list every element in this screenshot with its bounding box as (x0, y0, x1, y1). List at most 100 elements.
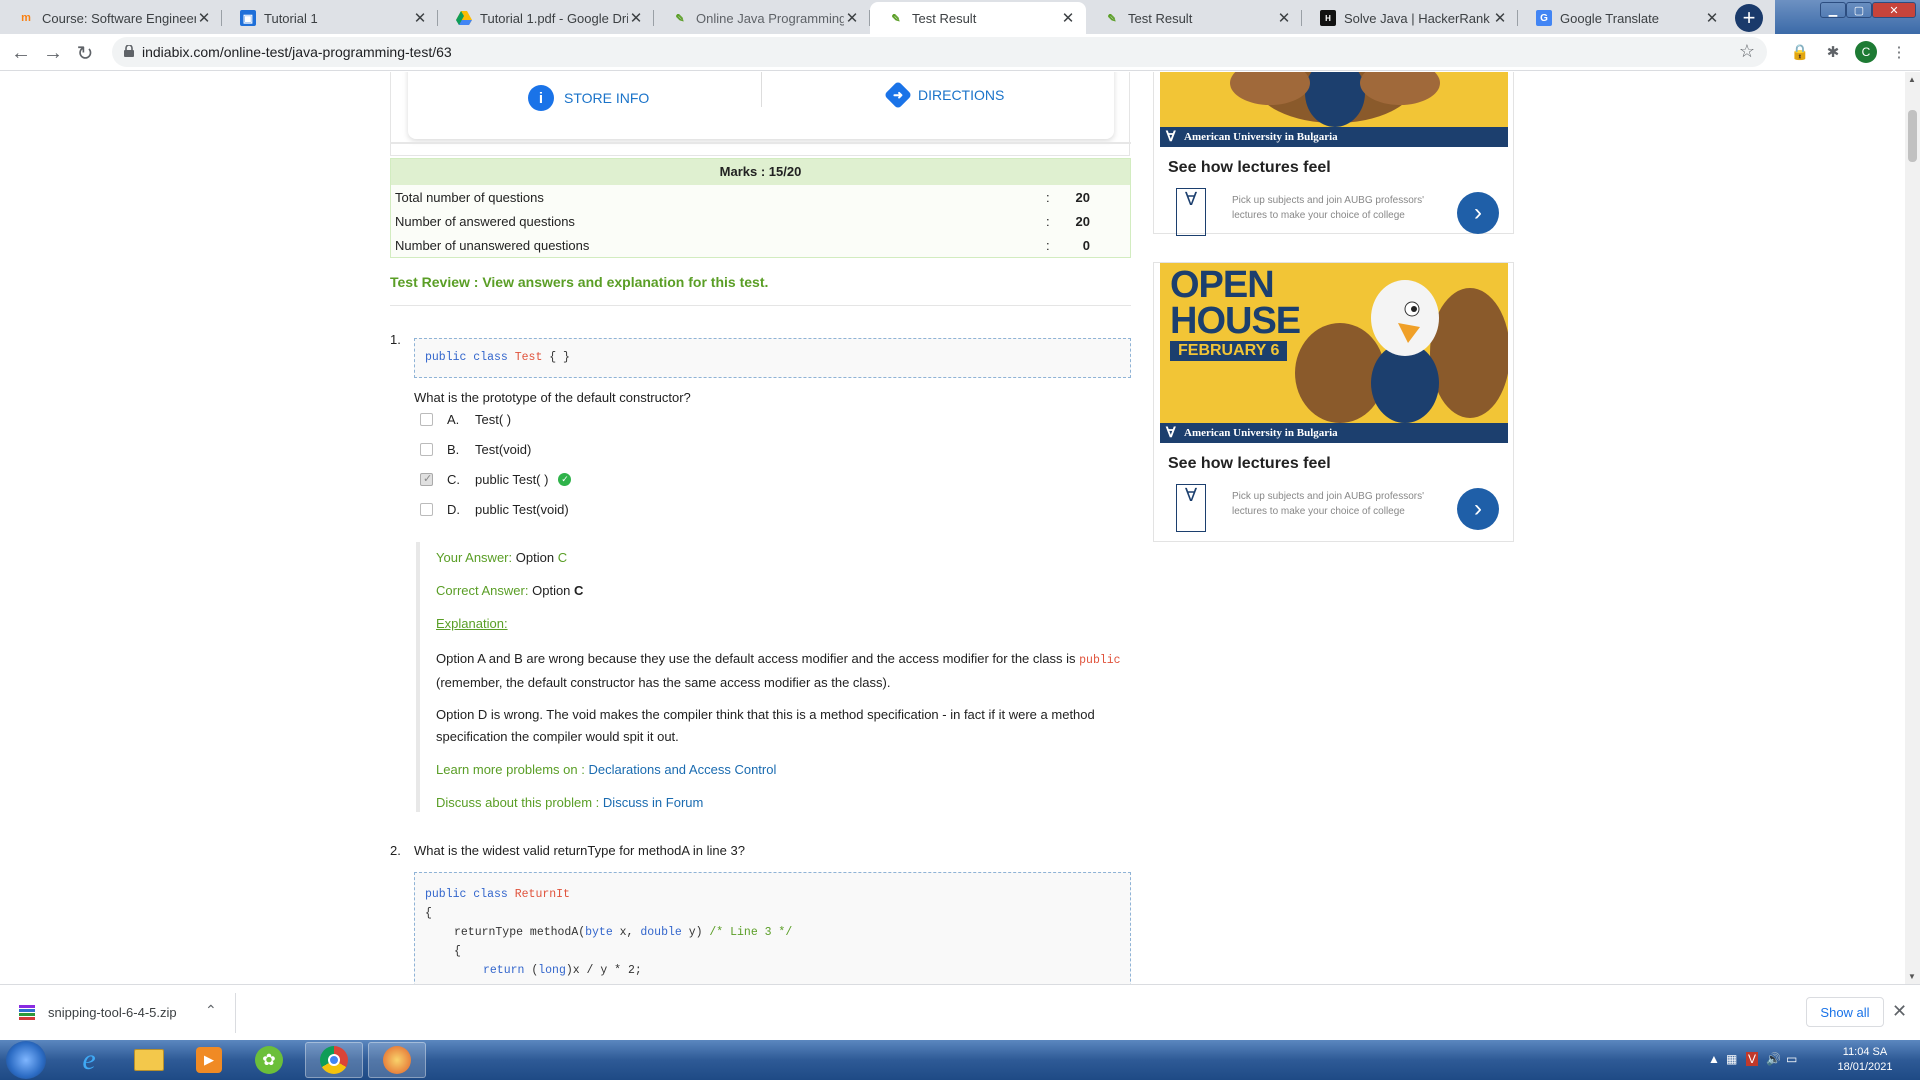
option-c[interactable]: C. public Test( ) ✓ (420, 468, 572, 490)
close-icon[interactable]: ✕ (1060, 9, 1076, 27)
marks-table: Marks : 15/20 Total number of questions … (390, 158, 1131, 258)
marks-header: Marks : 15/20 (391, 159, 1130, 185)
antivirus-tray-icon[interactable]: V (1746, 1052, 1759, 1066)
checkbox[interactable] (420, 412, 433, 426)
close-icon[interactable]: ✕ (412, 9, 428, 27)
close-icon[interactable]: ✕ (628, 9, 644, 27)
firefox-like-icon[interactable] (368, 1042, 426, 1078)
maximize-button[interactable]: ▢ (1846, 2, 1872, 18)
minimize-button[interactable]: ▁ (1820, 2, 1846, 18)
menu-kebab-icon[interactable]: ⋮ (1888, 41, 1910, 63)
close-icon[interactable]: ✕ (844, 9, 860, 27)
zip-file-icon (19, 1005, 35, 1020)
chrome-icon[interactable] (305, 1042, 363, 1078)
divider (761, 72, 762, 107)
profile-avatar[interactable]: C (1855, 41, 1877, 63)
scroll-down-icon[interactable]: ▼ (1908, 972, 1916, 981)
checkbox[interactable] (420, 442, 433, 456)
directions-icon: ➜ (883, 80, 913, 110)
extensions-puzzle-icon[interactable]: ✱ (1822, 41, 1844, 63)
tab-drive[interactable]: Tutorial 1.pdf - Google Drive ✕ (438, 2, 654, 34)
system-clock[interactable]: 11:04 SA 18/01/2021 (1830, 1045, 1900, 1075)
question-number: 1. (390, 332, 401, 347)
table-row: Number of answered questions : 20 (391, 209, 1130, 233)
tab-java-test[interactable]: ✎ Online Java Programming Test ✕ (654, 2, 870, 34)
indiabix-icon: ✎ (1107, 12, 1117, 25)
question-text: What is the prototype of the default con… (414, 390, 691, 405)
scrollbar-thumb[interactable] (1908, 110, 1917, 162)
chevron-right-icon[interactable]: › (1457, 192, 1499, 234)
page-scrollbar[interactable]: ▲ ▼ (1905, 72, 1920, 984)
discuss: Discuss about this problem : Discuss in … (436, 795, 704, 810)
option-d[interactable]: D. public Test(void) (420, 498, 569, 520)
folder-icon[interactable] (120, 1042, 178, 1078)
explanation-label[interactable]: Explanation: (436, 616, 508, 631)
option-a[interactable]: A. Test( ) (420, 408, 511, 430)
ad-card[interactable]: ⓘ✕ OPEN HOUSE FEBRUARY 6 American Univer… (1153, 262, 1514, 542)
info-icon: i (528, 85, 554, 111)
hackerrank-icon: H (1320, 10, 1336, 26)
app-swirl-icon[interactable]: ✿ (240, 1042, 298, 1078)
aubg-logo: Ɐ (1176, 484, 1206, 532)
download-file-name[interactable]: snipping-tool-6-4-5.zip (48, 1005, 177, 1020)
action-center-icon[interactable]: ▭ (1786, 1052, 1797, 1066)
extension-lock-icon[interactable]: 🔒 (1789, 41, 1811, 63)
tab-tutorial[interactable]: ▣ Tutorial 1 ✕ (222, 2, 438, 34)
tab-test-result[interactable]: ✎ Test Result ✕ (1086, 2, 1302, 34)
start-button[interactable] (6, 1041, 46, 1079)
ad-title[interactable]: See how lectures feel (1168, 159, 1331, 177)
chevron-up-icon[interactable]: ⌃ (205, 1002, 217, 1019)
code-block: public class Test { } (414, 338, 1131, 378)
ad-text: Pick up subjects and join AUBG professor… (1232, 195, 1425, 221)
your-answer: Your Answer: Option C (436, 550, 568, 565)
tab-strip: m Course: Software Engineering ✕ ▣ Tutor… (0, 0, 1920, 34)
ad-banner-image[interactable]: American University in Bulgaria (1160, 72, 1508, 147)
network-tray-icon[interactable]: ▦ (1726, 1052, 1737, 1066)
close-icon[interactable]: ✕ (1892, 1001, 1907, 1022)
tab-test-result-active[interactable]: ✎ Test Result ✕ (870, 2, 1086, 34)
eagle-mascot-image (1230, 72, 1440, 127)
ad-banner-image[interactable]: OPEN HOUSE FEBRUARY 6 American Universit… (1160, 263, 1508, 443)
volume-icon[interactable]: 🔊 (1766, 1052, 1781, 1066)
address-bar[interactable]: indiabix.com/online-test/java-programmin… (112, 37, 1767, 67)
topic-link[interactable]: Declarations and Access Control (588, 762, 776, 777)
page-content: i STORE INFO ➜ DIRECTIONS Marks : 15/20 … (0, 72, 1905, 984)
close-window-button[interactable]: ✕ (1872, 2, 1916, 18)
correct-answer: Correct Answer: Option C (436, 583, 584, 598)
discuss-link[interactable]: Discuss in Forum (603, 795, 703, 810)
table-row: Total number of questions : 20 (391, 185, 1130, 209)
tab-course[interactable]: m Course: Software Engineering ✕ (0, 2, 222, 34)
chevron-right-icon[interactable]: › (1457, 488, 1499, 530)
test-review-heading: Test Review : View answers and explanati… (390, 274, 769, 290)
question-number: 2. (390, 843, 401, 858)
checkbox[interactable] (420, 502, 433, 516)
close-icon[interactable]: ✕ (1492, 9, 1508, 27)
store-info-link[interactable]: i STORE INFO (528, 85, 649, 111)
translate-icon: G (1536, 10, 1552, 26)
close-icon[interactable]: ✕ (1704, 9, 1720, 27)
tab-translate[interactable]: G Google Translate ✕ (1518, 2, 1730, 34)
ad-title[interactable]: See how lectures feel (1168, 455, 1331, 473)
explanation-paragraph: Option D is wrong. The void makes the co… (436, 707, 1095, 744)
scroll-up-icon[interactable]: ▲ (1908, 75, 1916, 84)
forward-icon[interactable]: → (40, 40, 66, 66)
close-icon[interactable]: ✕ (196, 9, 212, 27)
ie-icon[interactable]: e (60, 1042, 118, 1078)
show-all-button[interactable]: Show all (1806, 997, 1884, 1027)
tab-hackerrank[interactable]: H Solve Java | HackerRank ✕ (1302, 2, 1518, 34)
drive-icon (456, 10, 472, 26)
bookmark-star-icon[interactable]: ☆ (1739, 41, 1755, 62)
table-row: Number of unanswered questions : 0 (391, 233, 1130, 257)
new-tab-button[interactable]: + (1735, 4, 1763, 32)
media-player-icon[interactable]: ▶ (180, 1042, 238, 1078)
ad-card[interactable]: American University in Bulgaria See how … (1153, 72, 1514, 236)
checkbox-checked[interactable] (420, 472, 433, 486)
divider (235, 993, 236, 1033)
directions-link[interactable]: ➜ DIRECTIONS (883, 80, 1004, 110)
close-icon[interactable]: ✕ (1276, 9, 1292, 27)
explanation-paragraph: Option A and B are wrong because they us… (436, 651, 1121, 690)
reload-icon[interactable]: ↻ (72, 40, 98, 66)
show-hidden-icons-icon[interactable]: ▲ (1708, 1052, 1720, 1066)
back-icon[interactable]: ← (8, 40, 34, 66)
option-b[interactable]: B. Test(void) (420, 438, 531, 460)
